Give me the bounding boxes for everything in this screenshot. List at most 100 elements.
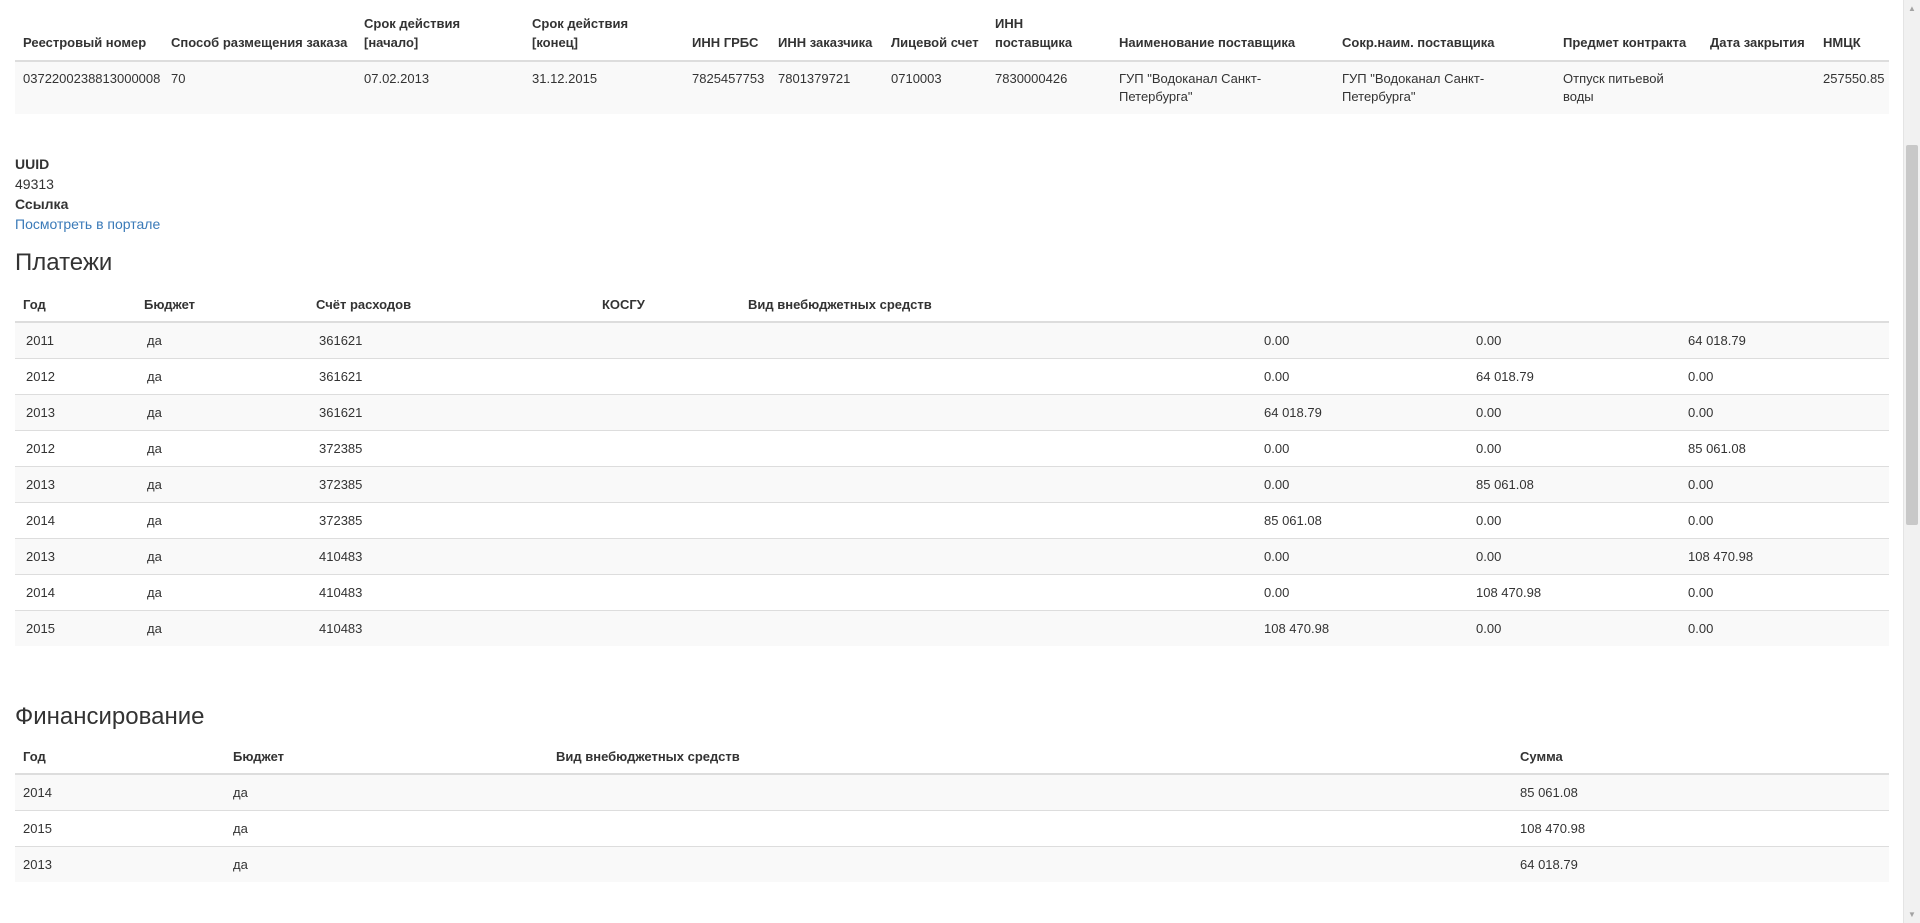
col-account: Лицевой счет	[883, 0, 987, 62]
payment-extrabudget-type	[740, 394, 1253, 431]
payment-year: 2013	[15, 394, 136, 431]
payment-extrabudget-type	[740, 538, 1253, 575]
funding-row: 2013 да 64 018.79	[15, 846, 1889, 882]
funding-extrabudget-type	[548, 810, 1512, 847]
payment-year: 2012	[15, 430, 136, 467]
funding-header-row: Год Бюджет Вид внебюджетных средств Сумм…	[15, 740, 1889, 775]
payment-amount-2: 0.00	[1465, 321, 1677, 359]
payment-year: 2014	[15, 502, 136, 539]
payment-amount-2: 0.00	[1465, 394, 1677, 431]
col-inn-supplier: ИНН поставщика	[987, 0, 1111, 62]
payment-budget: да	[136, 466, 308, 503]
col-supplier-short-name: Сокр.наим. поставщика	[1334, 0, 1555, 62]
payments-row: 2011 да 361621 0.00 0.00 64 018.79	[15, 321, 1889, 359]
payments-col-8	[1677, 288, 1889, 323]
payment-kosgu	[594, 466, 740, 503]
funding-extrabudget-type	[548, 846, 1512, 882]
close-date	[1702, 61, 1815, 114]
col-supplier-name: Наименование поставщика	[1111, 0, 1334, 62]
payment-amount-1: 0.00	[1253, 430, 1465, 467]
payment-budget: да	[136, 610, 308, 646]
payment-amount-1: 0.00	[1253, 538, 1465, 575]
portal-link[interactable]: Посмотреть в портале	[15, 216, 160, 232]
payment-amount-1: 0.00	[1253, 466, 1465, 503]
payment-amount-3: 0.00	[1677, 502, 1889, 539]
funding-title: Финансирование	[15, 703, 205, 730]
col-inn-customer: ИНН заказчика	[770, 0, 883, 62]
payment-amount-3: 0.00	[1677, 610, 1889, 646]
payment-amount-2: 0.00	[1465, 430, 1677, 467]
payment-year: 2012	[15, 358, 136, 395]
funding-budget: да	[225, 846, 548, 882]
payment-amount-1: 85 061.08	[1253, 502, 1465, 539]
payment-amount-1: 0.00	[1253, 358, 1465, 395]
funding-col-year: Год	[15, 740, 225, 775]
payment-extrabudget-type	[740, 574, 1253, 611]
payment-kosgu	[594, 538, 740, 575]
inn-supplier: 7830000426	[987, 61, 1111, 114]
payment-amount-3: 0.00	[1677, 466, 1889, 503]
nmck: 257550.85	[1815, 61, 1889, 114]
chevron-up-icon[interactable]: ▲	[1904, 0, 1920, 17]
payment-kosgu	[594, 610, 740, 646]
term-end: 31.12.2015	[524, 61, 684, 114]
funding-table: Год Бюджет Вид внебюджетных средств Сумм…	[15, 740, 1889, 882]
payment-budget: да	[136, 502, 308, 539]
payment-kosgu	[594, 574, 740, 611]
payments-row: 2013 да 372385 0.00 85 061.08 0.00	[15, 466, 1889, 503]
payments-header-row: Год Бюджет Счёт расходов КОСГУ Вид внебю…	[15, 288, 1889, 323]
payment-extrabudget-type	[740, 430, 1253, 467]
funding-sum: 64 018.79	[1512, 846, 1889, 882]
payment-expense-account: 361621	[308, 394, 594, 431]
payment-year: 2013	[15, 538, 136, 575]
contract-subject: Отпуск питьевой воды	[1555, 61, 1702, 114]
payments-row: 2013 да 361621 64 018.79 0.00 0.00	[15, 394, 1889, 431]
payment-year: 2011	[15, 321, 136, 359]
funding-budget: да	[225, 773, 548, 811]
col-term-start: Срок действия [начало]	[356, 0, 524, 62]
vertical-scrollbar[interactable]: ▲ ▼	[1903, 0, 1920, 923]
col-placement-method: Способ размещения заказа	[163, 0, 356, 62]
scrollbar-thumb[interactable]	[1906, 145, 1918, 525]
payment-amount-2: 108 470.98	[1465, 574, 1677, 611]
payments-col-6	[1253, 288, 1465, 323]
payments-row: 2015 да 410483 108 470.98 0.00 0.00	[15, 610, 1889, 646]
payment-amount-3: 108 470.98	[1677, 538, 1889, 575]
payment-amount-3: 64 018.79	[1677, 321, 1889, 359]
payment-budget: да	[136, 574, 308, 611]
payment-expense-account: 410483	[308, 574, 594, 611]
payment-expense-account: 410483	[308, 538, 594, 575]
payment-expense-account: 372385	[308, 430, 594, 467]
inn-customer: 7801379721	[770, 61, 883, 114]
inn-grbs: 7825457753	[684, 61, 770, 114]
placement-method: 70	[163, 61, 356, 114]
contract-table: Реестровый номер Способ размещения заказ…	[15, 0, 1889, 114]
payment-amount-3: 0.00	[1677, 574, 1889, 611]
funding-row: 2015 да 108 470.98	[15, 810, 1889, 847]
payment-amount-2: 64 018.79	[1465, 358, 1677, 395]
term-start: 07.02.2013	[356, 61, 524, 114]
payment-budget: да	[136, 358, 308, 395]
col-inn-grbs: ИНН ГРБС	[684, 0, 770, 62]
funding-col-budget: Бюджет	[225, 740, 548, 775]
payment-amount-2: 85 061.08	[1465, 466, 1677, 503]
payments-row: 2014 да 372385 85 061.08 0.00 0.00	[15, 502, 1889, 539]
payment-amount-3: 0.00	[1677, 358, 1889, 395]
funding-extrabudget-type	[548, 773, 1512, 811]
payments-table: Год Бюджет Счёт расходов КОСГУ Вид внебю…	[15, 288, 1889, 646]
col-term-end: Срок действия [конец]	[524, 0, 684, 62]
payments-col-year: Год	[15, 288, 136, 323]
funding-year: 2013	[15, 846, 225, 882]
payment-kosgu	[594, 430, 740, 467]
funding-col-sum: Сумма	[1512, 740, 1889, 775]
payment-amount-3: 85 061.08	[1677, 430, 1889, 467]
payments-col-expense-account: Счёт расходов	[308, 288, 594, 323]
payment-expense-account: 361621	[308, 358, 594, 395]
chevron-down-icon[interactable]: ▼	[1904, 906, 1920, 923]
payment-kosgu	[594, 358, 740, 395]
supplier-name: ГУП "Водоканал Санкт-Петербурга"	[1111, 61, 1334, 114]
payments-title: Платежи	[15, 249, 113, 276]
account: 0710003	[883, 61, 987, 114]
payments-row: 2012 да 361621 0.00 64 018.79 0.00	[15, 358, 1889, 395]
supplier-short-name: ГУП "Водоканал Санкт-Петербурга"	[1334, 61, 1555, 114]
